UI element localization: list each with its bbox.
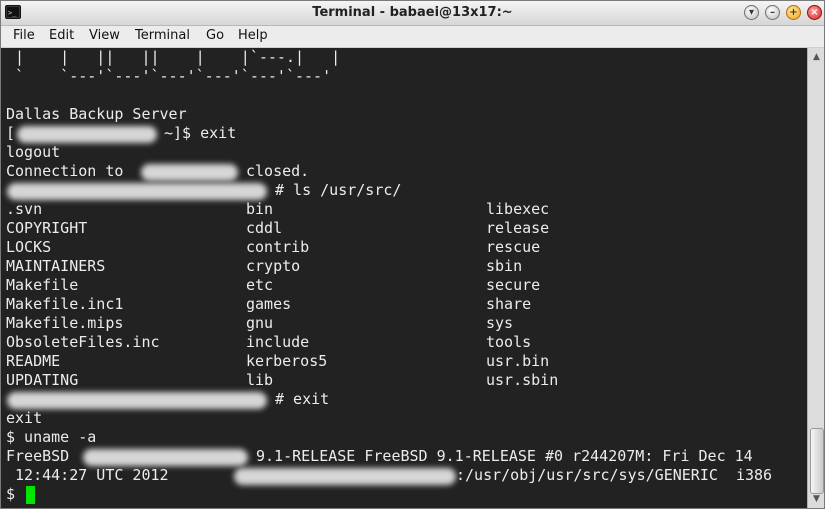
vertical-scrollbar[interactable]: ▲ ▼ bbox=[807, 48, 824, 508]
uname-output: FreeBSD bbox=[6, 447, 70, 465]
ls-entry: libexec bbox=[486, 200, 550, 218]
ls-entry: .svn bbox=[6, 200, 43, 218]
ls-entry: tools bbox=[486, 333, 532, 351]
ls-entry: rescue bbox=[486, 238, 541, 256]
menu-edit[interactable]: Edit bbox=[49, 28, 74, 43]
redacted-path bbox=[234, 468, 456, 485]
menu-button[interactable]: ▾ bbox=[744, 5, 759, 20]
output-line: logout bbox=[6, 143, 61, 161]
title-bar[interactable]: >_ Terminal - babaei@13x17:~ ▾ – + × bbox=[1, 1, 824, 26]
ls-entry: README bbox=[6, 352, 61, 370]
output-line: exit bbox=[6, 409, 43, 427]
redacted-hostname bbox=[83, 449, 248, 466]
ls-entry: sys bbox=[486, 314, 514, 332]
ls-entry: kerberos5 bbox=[246, 352, 328, 370]
ls-entry: Makefile bbox=[6, 276, 79, 294]
ls-entry: LOCKS bbox=[6, 238, 52, 256]
command-text: # ls /usr/src/ bbox=[275, 181, 402, 199]
menu-view[interactable]: View bbox=[89, 28, 120, 43]
menu-go[interactable]: Go bbox=[206, 28, 224, 43]
uname-output: :/usr/obj/usr/src/sys/GENERIC i386 bbox=[456, 466, 773, 484]
ascii-art-line: | | || || | |`---.| | bbox=[6, 48, 341, 66]
ls-entry: cddl bbox=[246, 219, 283, 237]
ls-entry: MAINTAINERS bbox=[6, 257, 106, 275]
ls-entry: include bbox=[246, 333, 310, 351]
ls-entry: crypto bbox=[246, 257, 301, 275]
ls-entry: gnu bbox=[246, 314, 274, 332]
scrollbar-thumb[interactable] bbox=[810, 428, 824, 494]
ls-entry: release bbox=[486, 219, 550, 237]
scroll-up-icon[interactable]: ▲ bbox=[810, 51, 823, 63]
menu-file[interactable]: File bbox=[13, 28, 35, 43]
output-line: closed. bbox=[246, 162, 310, 180]
terminal-output[interactable]: | | || || | |`---.| | ` `---'`---'`---'`… bbox=[1, 48, 807, 508]
uname-output: 12:44:27 UTC 2012 bbox=[6, 466, 169, 484]
server-banner: Dallas Backup Server bbox=[6, 105, 187, 123]
window-title: Terminal - babaei@13x17:~ bbox=[312, 5, 513, 20]
ls-entry: bin bbox=[246, 200, 274, 218]
command-text: $ uname -a bbox=[6, 428, 97, 446]
menu-help[interactable]: Help bbox=[238, 28, 268, 43]
prompt-bracket: [ bbox=[6, 124, 16, 142]
redacted-prompt bbox=[7, 183, 267, 200]
ls-entry: lib bbox=[246, 371, 274, 389]
minimize-button[interactable]: – bbox=[765, 5, 780, 20]
redacted-prompt bbox=[7, 392, 267, 409]
output-line: Connection to bbox=[6, 162, 124, 180]
shell-prompt: $ bbox=[6, 485, 16, 503]
command-text: ~]$ exit bbox=[164, 124, 237, 142]
menu-bar: File Edit View Terminal Go Help bbox=[1, 26, 824, 48]
ls-entry: etc bbox=[246, 276, 274, 294]
redacted-hostname bbox=[141, 164, 238, 181]
ascii-art-line: ` `---'`---'`---'`---'`---'`---' bbox=[6, 67, 332, 85]
ls-entry: sbin bbox=[486, 257, 523, 275]
ls-entry: usr.bin bbox=[486, 352, 550, 370]
ls-entry: Makefile.inc1 bbox=[6, 295, 124, 313]
command-text: # exit bbox=[275, 390, 330, 408]
ls-entry: games bbox=[246, 295, 292, 313]
uname-output: 9.1-RELEASE FreeBSD 9.1-RELEASE #0 r2442… bbox=[256, 447, 753, 465]
close-button[interactable]: × bbox=[807, 5, 822, 20]
ls-entry: secure bbox=[486, 276, 541, 294]
terminal-window: >_ Terminal - babaei@13x17:~ ▾ – + × Fil… bbox=[0, 0, 825, 509]
scroll-down-icon[interactable]: ▼ bbox=[810, 493, 823, 505]
ls-entry: UPDATING bbox=[6, 371, 79, 389]
redacted-hostname bbox=[17, 126, 157, 143]
ls-entry: usr.sbin bbox=[486, 371, 559, 389]
menu-terminal[interactable]: Terminal bbox=[135, 28, 190, 43]
ls-entry: ObsoleteFiles.inc bbox=[6, 333, 160, 351]
ls-entry: Makefile.mips bbox=[6, 314, 124, 332]
ls-entry: COPYRIGHT bbox=[6, 219, 88, 237]
text-cursor bbox=[26, 486, 35, 504]
ls-entry: share bbox=[486, 295, 532, 313]
maximize-button[interactable]: + bbox=[786, 5, 801, 20]
ls-entry: contrib bbox=[246, 238, 310, 256]
